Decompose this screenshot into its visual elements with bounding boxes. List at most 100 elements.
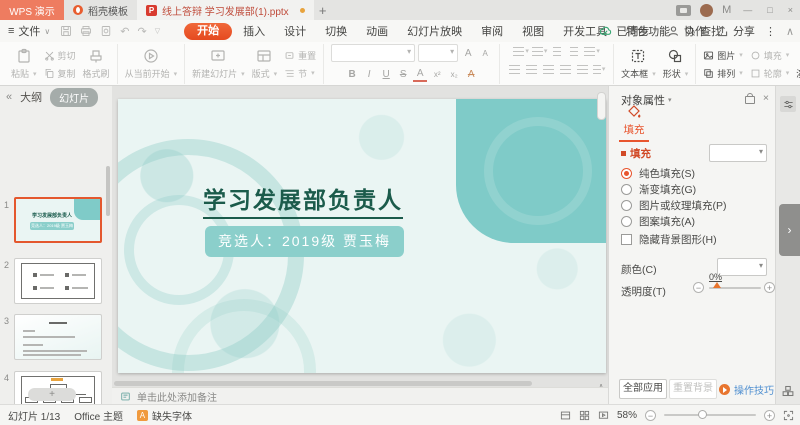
pin-panel-icon[interactable] bbox=[745, 96, 755, 104]
play-from-current-button[interactable]: 从当前开始▾ bbox=[125, 48, 178, 80]
zoom-slider-thumb[interactable] bbox=[698, 410, 707, 419]
bold-button[interactable]: B bbox=[345, 67, 359, 81]
italic-button[interactable]: I bbox=[362, 67, 376, 81]
fill-button[interactable]: 填充▾ bbox=[750, 49, 790, 62]
tray-icon[interactable] bbox=[676, 5, 691, 16]
close-panel-icon[interactable]: × bbox=[763, 92, 769, 104]
missing-font-warning[interactable]: A 缺失字体 bbox=[137, 408, 192, 423]
presentation-tools-button[interactable]: 演示工具▾ bbox=[796, 48, 800, 80]
radio-gradient-fill[interactable]: 渐变填充(G) bbox=[621, 182, 696, 197]
strikethrough-button[interactable]: S bbox=[396, 67, 410, 81]
tab-outline[interactable]: 大纲 bbox=[20, 89, 42, 105]
slider-thumb[interactable] bbox=[713, 282, 721, 288]
editing-canvas[interactable]: 学习发展部负责人 竞选人：2019级 贾玉梅 ∧ ∨ 单击此处添加备注 bbox=[112, 86, 608, 405]
sync-status[interactable]: 已同步 ▾ bbox=[599, 23, 657, 39]
font-size-combo[interactable]: ▾ bbox=[418, 44, 458, 62]
superscript-button[interactable]: x² bbox=[430, 67, 444, 81]
apply-all-button[interactable]: 全部应用 bbox=[619, 379, 667, 399]
copy-button[interactable]: 复制 bbox=[44, 67, 76, 80]
vertical-scrollbar[interactable] bbox=[597, 92, 606, 120]
tab-review[interactable]: 审阅 bbox=[473, 23, 511, 39]
save-icon[interactable] bbox=[60, 25, 72, 37]
slide-thumbnail-2[interactable] bbox=[14, 258, 102, 304]
transparency-increase-button[interactable]: + bbox=[764, 282, 775, 293]
minimize-button[interactable]: — bbox=[740, 5, 755, 15]
tab-design[interactable]: 设计 bbox=[276, 23, 314, 39]
arrange-button[interactable]: 排列▾ bbox=[703, 67, 743, 80]
object-properties-tab[interactable] bbox=[780, 96, 796, 112]
decrease-indent-button[interactable] bbox=[550, 44, 564, 58]
reset-background-button[interactable]: 重置背景 bbox=[669, 379, 717, 399]
slide-title[interactable]: 学习发展部负责人 bbox=[178, 181, 428, 215]
undo-icon[interactable]: ↶ bbox=[120, 25, 129, 38]
collapse-panel-icon[interactable]: « bbox=[6, 91, 12, 103]
paste-button[interactable]: 粘贴▾ bbox=[11, 48, 37, 80]
layout-button[interactable]: 版式▾ bbox=[252, 48, 278, 80]
fit-to-window-button[interactable] bbox=[783, 410, 794, 421]
zoom-in-button[interactable]: + bbox=[764, 410, 775, 421]
reset-button[interactable]: 重置 bbox=[284, 49, 316, 62]
avatar[interactable] bbox=[700, 4, 713, 17]
slide-subtitle[interactable]: 竞选人：2019级 贾玉梅 bbox=[205, 226, 404, 257]
checkbox-hide-background[interactable]: 隐藏背景图形(H) bbox=[621, 232, 717, 247]
tab-slideshow[interactable]: 幻灯片放映 bbox=[399, 23, 470, 39]
align-center-button[interactable] bbox=[524, 62, 538, 76]
tab-view[interactable]: 视图 bbox=[514, 23, 552, 39]
horizontal-scrollbar[interactable] bbox=[114, 381, 532, 386]
collapse-panel-tab[interactable]: › bbox=[779, 204, 800, 256]
new-slide-button[interactable]: 新建幻灯片▾ bbox=[192, 48, 245, 80]
format-painter-button[interactable]: 格式刷 bbox=[83, 48, 110, 80]
numbering-button[interactable]: ▾ bbox=[532, 44, 548, 58]
tab-document[interactable]: P 线上答辩 学习发展部(1).pptx bbox=[137, 0, 314, 20]
new-tab-button[interactable]: + bbox=[314, 3, 332, 18]
align-right-button[interactable] bbox=[541, 62, 555, 76]
transparency-slider[interactable] bbox=[709, 287, 761, 289]
decrease-font-button[interactable]: A bbox=[478, 46, 492, 60]
more-menu-icon[interactable]: ⋮ bbox=[765, 25, 776, 38]
underline-button[interactable]: U bbox=[379, 67, 393, 81]
theme-name[interactable]: Office 主题 bbox=[74, 408, 123, 423]
subscript-button[interactable]: x₂ bbox=[447, 67, 461, 81]
layout-grid-icon[interactable] bbox=[782, 385, 794, 397]
radio-pattern-fill[interactable]: 图案填充(A) bbox=[621, 214, 695, 229]
zoom-out-button[interactable]: − bbox=[645, 410, 656, 421]
font-name-combo[interactable]: ▾ bbox=[331, 44, 415, 62]
picture-button[interactable]: 图片▾ bbox=[703, 49, 743, 62]
maximize-button[interactable]: □ bbox=[764, 5, 775, 15]
radio-texture-fill[interactable]: 图片或纹理填充(P) bbox=[621, 198, 727, 213]
radio-solid-fill[interactable]: 纯色填充(S) bbox=[621, 166, 695, 181]
font-color-button[interactable]: A bbox=[413, 66, 427, 82]
distribute-button[interactable] bbox=[575, 62, 589, 76]
zoom-level[interactable]: 58% bbox=[617, 410, 637, 421]
transparency-decrease-button[interactable]: − bbox=[693, 282, 704, 293]
outline-button[interactable]: 轮廓▾ bbox=[750, 67, 790, 80]
file-menu[interactable]: ≡ 文件 ∨ bbox=[8, 23, 50, 39]
add-slide-button[interactable]: + bbox=[28, 388, 76, 401]
justify-button[interactable] bbox=[558, 62, 572, 76]
align-left-button[interactable] bbox=[507, 62, 521, 76]
notes-bar[interactable]: 单击此处添加备注 bbox=[112, 387, 608, 405]
fill-preset-combo[interactable]: ▾ bbox=[709, 144, 767, 162]
color-picker-combo[interactable]: ▾ bbox=[717, 258, 767, 276]
increase-font-button[interactable]: A bbox=[461, 46, 475, 60]
increase-indent-button[interactable] bbox=[567, 44, 581, 58]
tab-insert[interactable]: 插入 bbox=[235, 23, 273, 39]
slideshow-view-button[interactable] bbox=[598, 410, 609, 421]
panel-scrollbar[interactable] bbox=[106, 166, 110, 216]
tab-transition[interactable]: 切换 bbox=[317, 23, 355, 39]
slide-sorter-view-button[interactable] bbox=[579, 410, 590, 421]
print-icon[interactable] bbox=[80, 25, 92, 37]
bullets-button[interactable]: ▾ bbox=[513, 44, 529, 58]
normal-view-button[interactable] bbox=[560, 410, 571, 421]
fill-tab[interactable]: 填充 bbox=[619, 104, 649, 142]
share-button[interactable]: 分享 bbox=[716, 23, 755, 39]
close-button[interactable]: × bbox=[785, 5, 796, 15]
slide-thumbnail-3[interactable] bbox=[14, 314, 102, 360]
shapes-button[interactable]: 形状▾ bbox=[663, 48, 689, 80]
tab-animation[interactable]: 动画 bbox=[358, 23, 396, 39]
tab-start[interactable]: 开始 bbox=[184, 23, 232, 40]
print-preview-icon[interactable] bbox=[100, 25, 112, 37]
slide-thumbnail-1[interactable]: 学习发展部负责人 竞选人：2019级 贾玉梅 bbox=[14, 197, 102, 243]
collab-button[interactable]: 协作 bbox=[667, 23, 706, 39]
text-columns-button[interactable]: ▾ bbox=[592, 62, 606, 76]
